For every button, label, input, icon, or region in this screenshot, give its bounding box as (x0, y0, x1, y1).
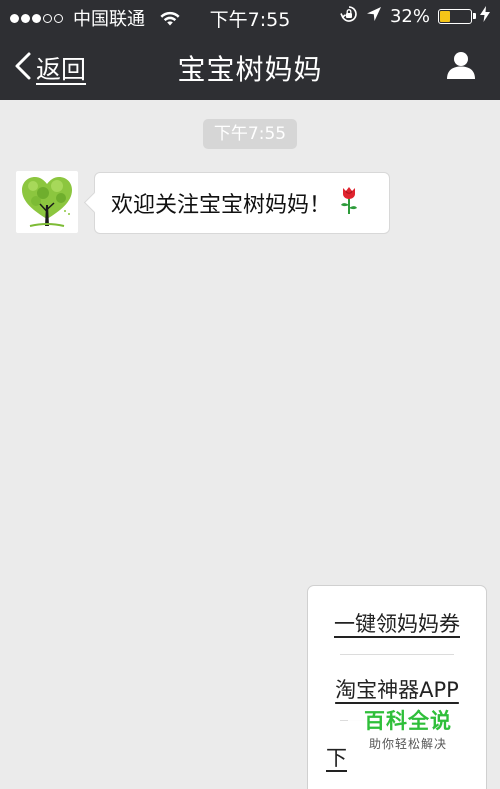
menu-divider (340, 654, 454, 655)
menu-item-coupon[interactable]: 一键领妈妈券 (308, 608, 486, 638)
message-bubble[interactable]: 欢迎关注宝宝树妈妈！ (94, 172, 391, 234)
battery-level-fill (440, 11, 451, 22)
heart-tree-icon (22, 177, 72, 227)
battery-percent: 32% (389, 6, 430, 27)
location-arrow-icon (366, 6, 382, 27)
rose-icon (339, 185, 359, 221)
menu-item-taobao-app[interactable]: 淘宝神器APP (308, 674, 486, 704)
status-bar: 中国联通 下午7:55 32% (0, 0, 500, 32)
message-timestamp: 下午7:55 (203, 119, 297, 149)
avatar[interactable] (16, 171, 78, 233)
watermark-logo: 百科全说 助你轻松解决 (348, 706, 468, 762)
status-bar-right: 32% (340, 5, 490, 28)
battery-icon (438, 9, 476, 24)
back-label: 返回 (36, 55, 87, 84)
orientation-lock-icon (340, 5, 358, 28)
wechat-chat-screen: 中国联通 下午7:55 32% 返回 宝宝树妈妈 下午7:55 欢迎关注宝宝树妈… (0, 0, 500, 789)
message-text: 欢迎关注宝宝树妈妈！ (111, 193, 332, 218)
profile-icon (446, 52, 476, 84)
nav-bar: 返回 宝宝树妈妈 (0, 32, 500, 100)
profile-button[interactable] (446, 50, 476, 84)
watermark-subtitle: 助你轻松解决 (368, 737, 447, 751)
back-button[interactable]: 返回 (14, 50, 86, 86)
watermark-title: 百科全说 (364, 709, 452, 733)
charging-bolt-icon (480, 6, 490, 27)
chevron-left-icon (14, 51, 32, 85)
